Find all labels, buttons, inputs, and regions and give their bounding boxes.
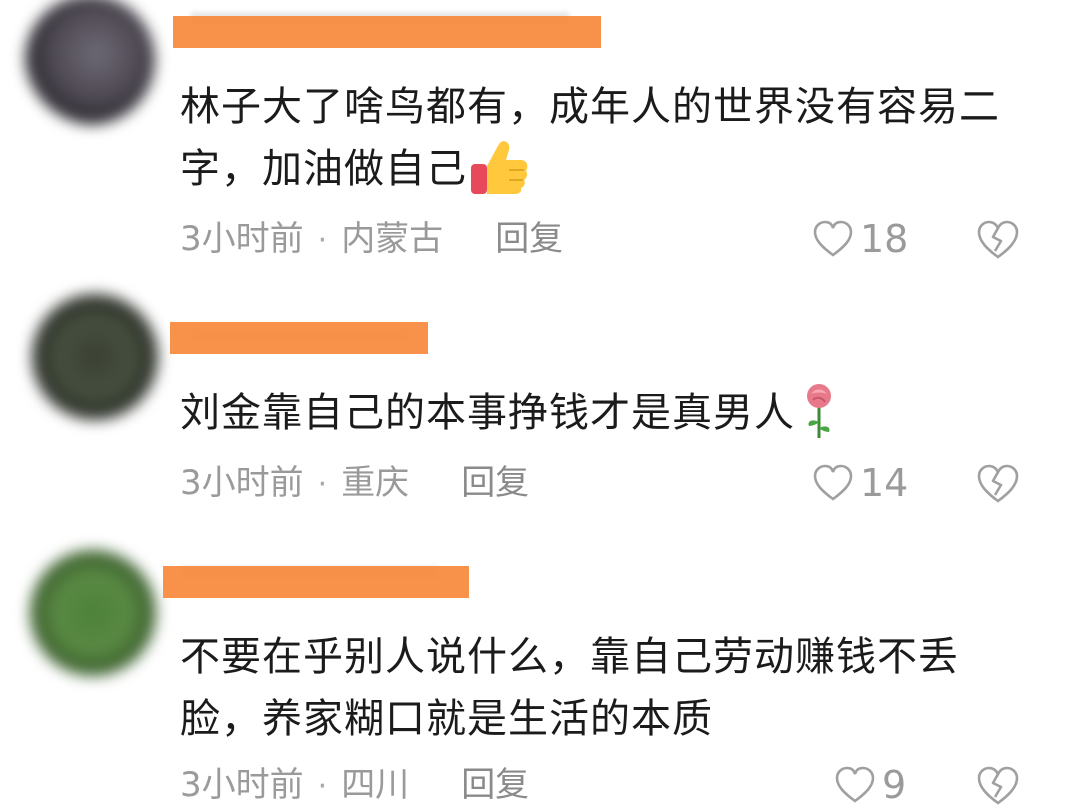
comment-location: 重庆 <box>341 463 410 503</box>
like-button[interactable]: 14 <box>812 458 908 508</box>
thumbs-up-icon <box>469 138 529 196</box>
comment-meta: 3小时前 · 重庆 回复 <box>180 458 529 508</box>
comment-body: 刘金靠自己的本事挣钱才是真男人 <box>180 390 795 436</box>
like-button[interactable]: 18 <box>812 214 908 264</box>
broken-heart-icon[interactable] <box>976 463 1020 505</box>
username-redaction[interactable] <box>173 16 601 48</box>
broken-heart-icon[interactable] <box>976 219 1020 261</box>
heart-icon <box>813 220 853 257</box>
rose-icon <box>797 382 841 440</box>
avatar[interactable] <box>28 548 158 678</box>
avatar[interactable] <box>25 0 155 125</box>
comment-text: 林子大了啥鸟都有，成年人的世界没有容易二字，加油做自己 <box>180 76 1010 200</box>
comment-item: 林子大了啥鸟都有，成年人的世界没有容易二字，加油做自己 3小时前 · 内蒙古 回复 1… <box>0 0 1080 270</box>
comment-time: 3小时前 <box>180 765 304 805</box>
comment-meta: 3小时前 · 四川 回复 <box>180 760 529 810</box>
reply-button[interactable]: 回复 <box>461 458 529 508</box>
comment-item: 不要在乎别人说什么，靠自己劳动赚钱不丢脸，养家糊口就是生活的本质 3小时前 · 四川… <box>0 530 1080 810</box>
username-redaction[interactable] <box>163 566 469 598</box>
comment-body: 不要在乎别人说什么，靠自己劳动赚钱不丢脸，养家糊口就是生活的本质 <box>180 634 959 742</box>
comment-location: 内蒙古 <box>341 219 444 259</box>
like-count: 9 <box>882 763 907 807</box>
heart-icon <box>813 464 853 501</box>
meta-separator: · <box>317 769 328 804</box>
comment-time: 3小时前 <box>180 463 304 503</box>
comment-body: 林子大了啥鸟都有，成年人的世界没有容易二字，加油做自己 <box>180 84 1000 192</box>
comment-item: 刘金靠自己的本事挣钱才是真男人 3小时前 · 重庆 回复 14 <box>0 270 1080 530</box>
comment-time: 3小时前 <box>180 219 304 259</box>
comment-text: 刘金靠自己的本事挣钱才是真男人 <box>180 382 1010 444</box>
reply-button[interactable]: 回复 <box>461 760 529 810</box>
broken-heart-icon[interactable] <box>976 765 1020 807</box>
like-button[interactable]: 9 <box>834 760 906 810</box>
username-redaction[interactable] <box>170 322 428 354</box>
comment-location: 四川 <box>341 765 410 805</box>
comment-text: 不要在乎别人说什么，靠自己劳动赚钱不丢脸，养家糊口就是生活的本质 <box>180 626 1010 750</box>
like-count: 18 <box>860 217 909 261</box>
meta-separator: · <box>317 223 328 258</box>
reply-button[interactable]: 回复 <box>495 214 563 264</box>
heart-icon <box>835 766 875 803</box>
like-count: 14 <box>860 461 909 505</box>
meta-separator: · <box>317 467 328 502</box>
comment-meta: 3小时前 · 内蒙古 回复 <box>180 214 563 264</box>
avatar[interactable] <box>30 292 160 422</box>
